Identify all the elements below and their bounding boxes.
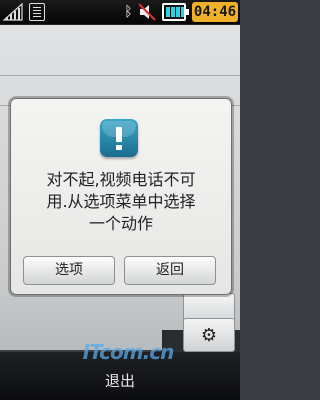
background-row [0,45,240,76]
alert-dialog: 对不起,视频电话不可 用.从选项菜单中选择 一个动作 选项 返回 [10,98,232,295]
bluetooth-icon: ᛒ [124,4,133,20]
back-button[interactable]: 返回 [124,256,216,285]
exit-softkey[interactable]: 退出 [0,370,240,391]
status-bar: ᛒ 04:46 [0,0,240,25]
message-line: 一个动作 [88,214,153,233]
battery-icon [162,3,189,21]
signal-icon [3,3,23,21]
options-button[interactable]: 选项 [23,256,115,285]
message-line: 对不起,视频电话不可 [46,170,196,189]
clock: 04:46 [192,2,238,22]
mute-icon [138,3,156,21]
message-line: 用.从选项菜单中选择 [46,192,196,211]
watermark: ITcom.cn [82,340,175,364]
dialog-message: 对不起,视频电话不可 用.从选项菜单中选择 一个动作 [21,169,221,235]
settings-button[interactable]: ⚙ [183,318,235,352]
gear-icon: ⚙ [200,324,218,346]
alert-icon [100,119,138,157]
sim-card-icon [29,3,45,21]
